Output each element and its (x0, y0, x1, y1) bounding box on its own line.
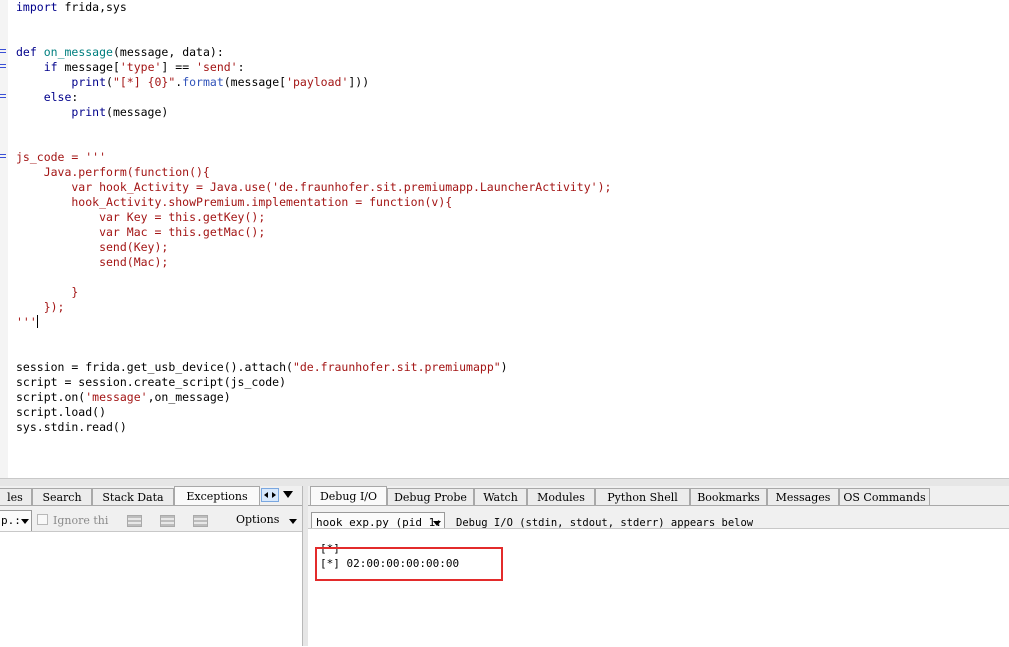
code-line: print("[*] {0}".format(message['payload'… (71, 75, 370, 89)
code-line: Java.perform(function(){ (16, 165, 210, 179)
code-line: script = session.create_script(js_code) (16, 375, 287, 389)
fold-marker-icon[interactable] (0, 153, 6, 159)
tab-menu-chevron-icon[interactable] (283, 491, 293, 498)
tab-watch[interactable]: Watch (474, 488, 527, 506)
tab-messages[interactable]: Messages (767, 488, 839, 506)
toolbar-disabled-icon (127, 515, 142, 527)
code-line: }); (16, 300, 65, 314)
debug-io-output[interactable]: [*] [*] 02:00:00:00:00:00 (308, 528, 1009, 647)
code-line: js_code = ''' (16, 150, 107, 164)
code-line: var hook_Activity = Java.use('de.fraunho… (16, 180, 612, 194)
fold-marker-icon[interactable] (0, 48, 6, 54)
tab-os-commands[interactable]: OS Commands (839, 488, 930, 506)
options-chevron-down-icon[interactable] (289, 519, 297, 524)
tab-scroll-arrows-icon[interactable] (261, 488, 279, 502)
code-line: send(Key); (16, 240, 169, 254)
code-editor[interactable]: import frida,sys def on_message(message, … (0, 0, 1009, 478)
ignore-checkbox[interactable] (37, 514, 48, 525)
code-line: session = frida.get_usb_device().attach(… (16, 360, 508, 374)
chevron-down-icon (21, 519, 29, 524)
chevron-down-icon (433, 521, 441, 526)
toolbar-disabled-icon (193, 515, 208, 527)
fold-marker-icon[interactable] (0, 93, 6, 99)
code-line: else: (43, 90, 79, 104)
code-line: var Key = this.getKey(); (16, 210, 266, 224)
text-caret (36, 315, 38, 328)
tab-modules[interactable]: Modules (527, 488, 595, 506)
code-line: send(Mac); (16, 255, 169, 269)
exceptions-combo[interactable]: p.: (0, 510, 32, 532)
code-line: var Mac = this.getMac(); (16, 225, 266, 239)
debug-io-panel: Debug I/O Debug Probe Watch Modules Pyth… (308, 486, 1009, 647)
code-line: import frida,sys (16, 0, 127, 14)
fold-marker-icon[interactable] (0, 63, 6, 69)
editor-gutter (0, 0, 8, 478)
code-line: hook_Activity.showPremium.implementation… (16, 195, 453, 209)
code-line: script.load() (16, 405, 107, 419)
highlight-box (315, 547, 503, 581)
tab-debug-io[interactable]: Debug I/O (310, 486, 387, 506)
exceptions-panel: les Search Stack Data Exceptions p.: Ign… (0, 486, 302, 647)
code-line: } (16, 285, 79, 299)
exceptions-list (0, 531, 302, 647)
code-line: print(message) (71, 105, 169, 119)
code-line: script.on('message',on_message) (16, 390, 231, 404)
left-tabbar: les Search Stack Data Exceptions (0, 486, 302, 506)
tab-files[interactable]: les (0, 488, 32, 506)
tab-search[interactable]: Search (32, 488, 92, 506)
tab-exceptions[interactable]: Exceptions (174, 486, 260, 506)
ignore-label: Ignore thi (53, 514, 109, 527)
right-tabbar: Debug I/O Debug Probe Watch Modules Pyth… (308, 486, 1009, 506)
code-line: ''' (16, 315, 38, 329)
code-line: sys.stdin.read() (16, 420, 127, 434)
tab-debug-probe[interactable]: Debug Probe (387, 488, 474, 506)
tab-stack-data[interactable]: Stack Data (92, 488, 174, 506)
code-line: if message['type'] == 'send': (43, 60, 245, 74)
code-line: def on_message(message, data): (16, 45, 224, 59)
options-menu[interactable]: Options (236, 513, 279, 526)
toolbar-disabled-icon (160, 515, 175, 527)
exceptions-combo-value: p.: (1, 514, 21, 527)
tab-bookmarks[interactable]: Bookmarks (690, 488, 767, 506)
editor-panel-splitter[interactable] (0, 478, 1009, 486)
tab-python-shell[interactable]: Python Shell (595, 488, 690, 506)
